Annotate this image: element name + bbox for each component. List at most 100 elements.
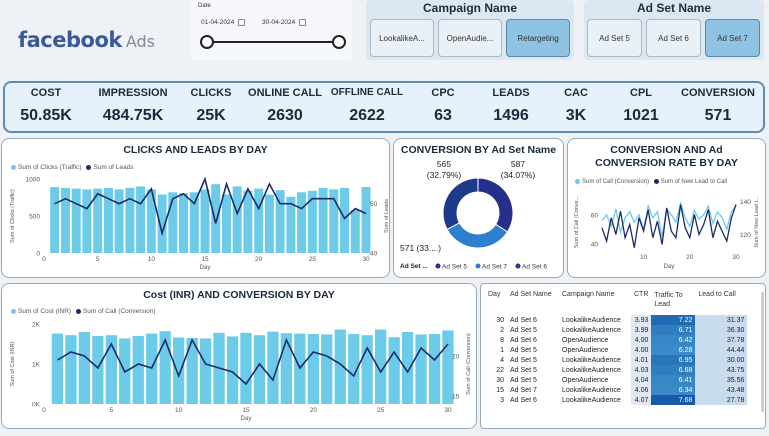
conversion-rate-panel: CONVERSION AND Ad CONVERSION RATE BY DAY… (567, 138, 766, 278)
bar (179, 193, 188, 253)
x-tick-label: 10 (640, 254, 648, 261)
campaign-option-retargeting[interactable]: Retargeting (506, 19, 570, 57)
bar (232, 186, 242, 253)
kpi-value: 1496 (493, 107, 529, 124)
campaign-option-lookalike[interactable]: LookalikeA... (370, 19, 434, 57)
x-tick-label: 20 (255, 256, 263, 263)
conversion-donut-chart: 587(34.07%) 565(32.79%) 571 (33....) Ad Set… (400, 159, 547, 271)
cell-adset: Ad Set 5 (510, 356, 537, 364)
cell-campaign: LookalikeAudience (562, 386, 621, 394)
calendar-icon[interactable] (238, 18, 246, 26)
table-row[interactable]: 30 Ad Set 6 LookalikeAudience 3.93 7.22 31.37 (485, 315, 748, 325)
column-header-day[interactable]: Day (485, 291, 507, 309)
cell-lead-to-call: 35.56 (695, 375, 748, 385)
column-header-lead-to-call[interactable]: Lead to Call (695, 291, 747, 309)
table-row[interactable]: 4 Ad Set 5 LookalikeAudience 4.01 6.95 30.00 (485, 355, 748, 365)
bar (350, 210, 360, 253)
cell-ctr: 4.03 (631, 365, 652, 375)
donut-slice (442, 177, 479, 231)
legend-swatch (11, 164, 16, 170)
campaign-slicer-title: Campaign Name (422, 1, 518, 15)
calendar-icon[interactable] (299, 18, 307, 26)
table-row[interactable]: 15 Ad Set 7 LookalikeAudience 4.06 6.34 43.48 (485, 385, 748, 395)
bar (71, 188, 81, 253)
column-header-campaign[interactable]: Campaign Name (559, 291, 631, 309)
adset-slicer-title: Ad Set Name (636, 1, 712, 15)
bar (136, 186, 146, 253)
y2-tick-label: 15 (452, 394, 460, 401)
cell-adset: Ad Set 7 (510, 386, 537, 394)
table-row[interactable]: 3 Ad Set 6 LookalikeAudience 4.07 7.68 27.78 (485, 395, 748, 405)
table-row[interactable]: 22 Ad Set 5 LookalikeAudience 4.03 6.68 43.75 (485, 365, 748, 375)
table-row[interactable]: 8 Ad Set 6 OpenAudience 4.00 6.42 37.78 (485, 335, 748, 345)
slice-label: 565 (437, 159, 451, 169)
bar (254, 188, 264, 253)
table-row[interactable]: 30 Ad Set 5 OpenAudience 4.04 6.41 35.56 (485, 375, 748, 385)
bar (92, 336, 104, 404)
cell-adset: Ad Set 6 (510, 396, 537, 404)
kpi-strip: COST 50.85K IMPRESSION 484.75K CLICKS 25K O… (3, 81, 765, 133)
bar (340, 187, 349, 253)
cell-traffic-to-lead: 6.42 (651, 335, 696, 345)
y-tick-label: 60 (591, 212, 599, 219)
bar (280, 333, 292, 404)
x-tick-label: 30 (732, 254, 740, 261)
table-scrollbar[interactable] (761, 292, 764, 412)
cell-lead-to-call: 36.30 (695, 325, 748, 335)
bar (264, 194, 274, 253)
cell-traffic-to-lead: 7.22 (651, 315, 696, 325)
bar (114, 189, 124, 253)
cell-day: 1 (500, 346, 504, 354)
date-label: Date (198, 3, 211, 9)
kpi-online-call: ONLINE CALL 2630 (243, 83, 327, 131)
cell-lead-to-call: 43.48 (695, 385, 748, 395)
legend-swatch (435, 263, 441, 269)
kpi-value: 2622 (349, 107, 385, 124)
slice-label: 587 (511, 159, 525, 169)
bar (361, 335, 373, 404)
legend-item: Sum of New Lead to Call (660, 179, 728, 186)
y2-tick-label: 120 (740, 232, 751, 239)
adset-option-6[interactable]: Ad Set 6 (646, 19, 701, 57)
kpi-cost: COST 50.85K (5, 83, 87, 131)
cell-adset: Ad Set 6 (510, 316, 537, 324)
column-header-ctr[interactable]: CTR (631, 291, 651, 309)
bar (61, 187, 70, 253)
bar (51, 333, 64, 404)
x-axis-label: Day (664, 264, 675, 270)
legend-swatch (653, 179, 659, 184)
kpi-cpl: CPL 1021 (613, 83, 669, 131)
date-slider-start-handle[interactable] (200, 35, 214, 49)
legend-item: Sum of Call (Conversion) (82, 308, 156, 315)
start-date-field[interactable]: 01-04-2024 (201, 15, 246, 29)
x-tick-label: 10 (175, 407, 183, 414)
kpi-label: LEADS (492, 87, 530, 99)
end-date-field[interactable]: 30-04-2024 (262, 15, 307, 29)
adset-option-7[interactable]: Ad Set 7 (705, 19, 760, 57)
campaign-option-openaudience[interactable]: OpenAudie... (438, 19, 502, 57)
legend-item: Ad Set 6 (522, 264, 547, 271)
table-row[interactable]: 2 Ad Set 5 LookalikeAudience 3.99 6.71 36.30 (485, 325, 748, 335)
adset-option-5[interactable]: Ad Set 5 (587, 19, 642, 57)
cell-day: 2 (500, 326, 504, 334)
slice-label: (34.07%) (501, 170, 536, 180)
column-header-traffic-to-lead[interactable]: Traffic To Lead (651, 291, 695, 309)
y-tick-label: 1000 (26, 177, 41, 184)
chart-title: Cost (INR) AND CONVERSION BY DAY (143, 289, 335, 301)
bar (211, 184, 221, 253)
date-slider-end-handle[interactable] (332, 35, 346, 49)
campaign-name-slicer: Campaign Name LookalikeA... OpenAudie...… (366, 0, 574, 60)
date-slider-track[interactable] (207, 41, 339, 43)
table-row[interactable]: 1 Ad Set 5 OpenAudience 4.00 6.28 44.44 (485, 345, 748, 355)
kpi-label: CPC (431, 87, 455, 99)
table-header-row: Day Ad Set Name Campaign Name CTR Traffi… (485, 291, 747, 309)
y2-tick-label: 140 (740, 199, 751, 206)
chart-legend: Sum of Call (Conversion) Sum of New Lead… (572, 179, 727, 185)
cell-campaign: LookalikeAudience (562, 316, 621, 324)
cell-traffic-to-lead: 6.95 (651, 355, 696, 365)
bar (82, 189, 92, 253)
bar (361, 187, 371, 253)
bar (307, 190, 317, 253)
column-header-adset[interactable]: Ad Set Name (507, 291, 559, 309)
kpi-conversion: CONVERSION 571 (675, 83, 761, 131)
